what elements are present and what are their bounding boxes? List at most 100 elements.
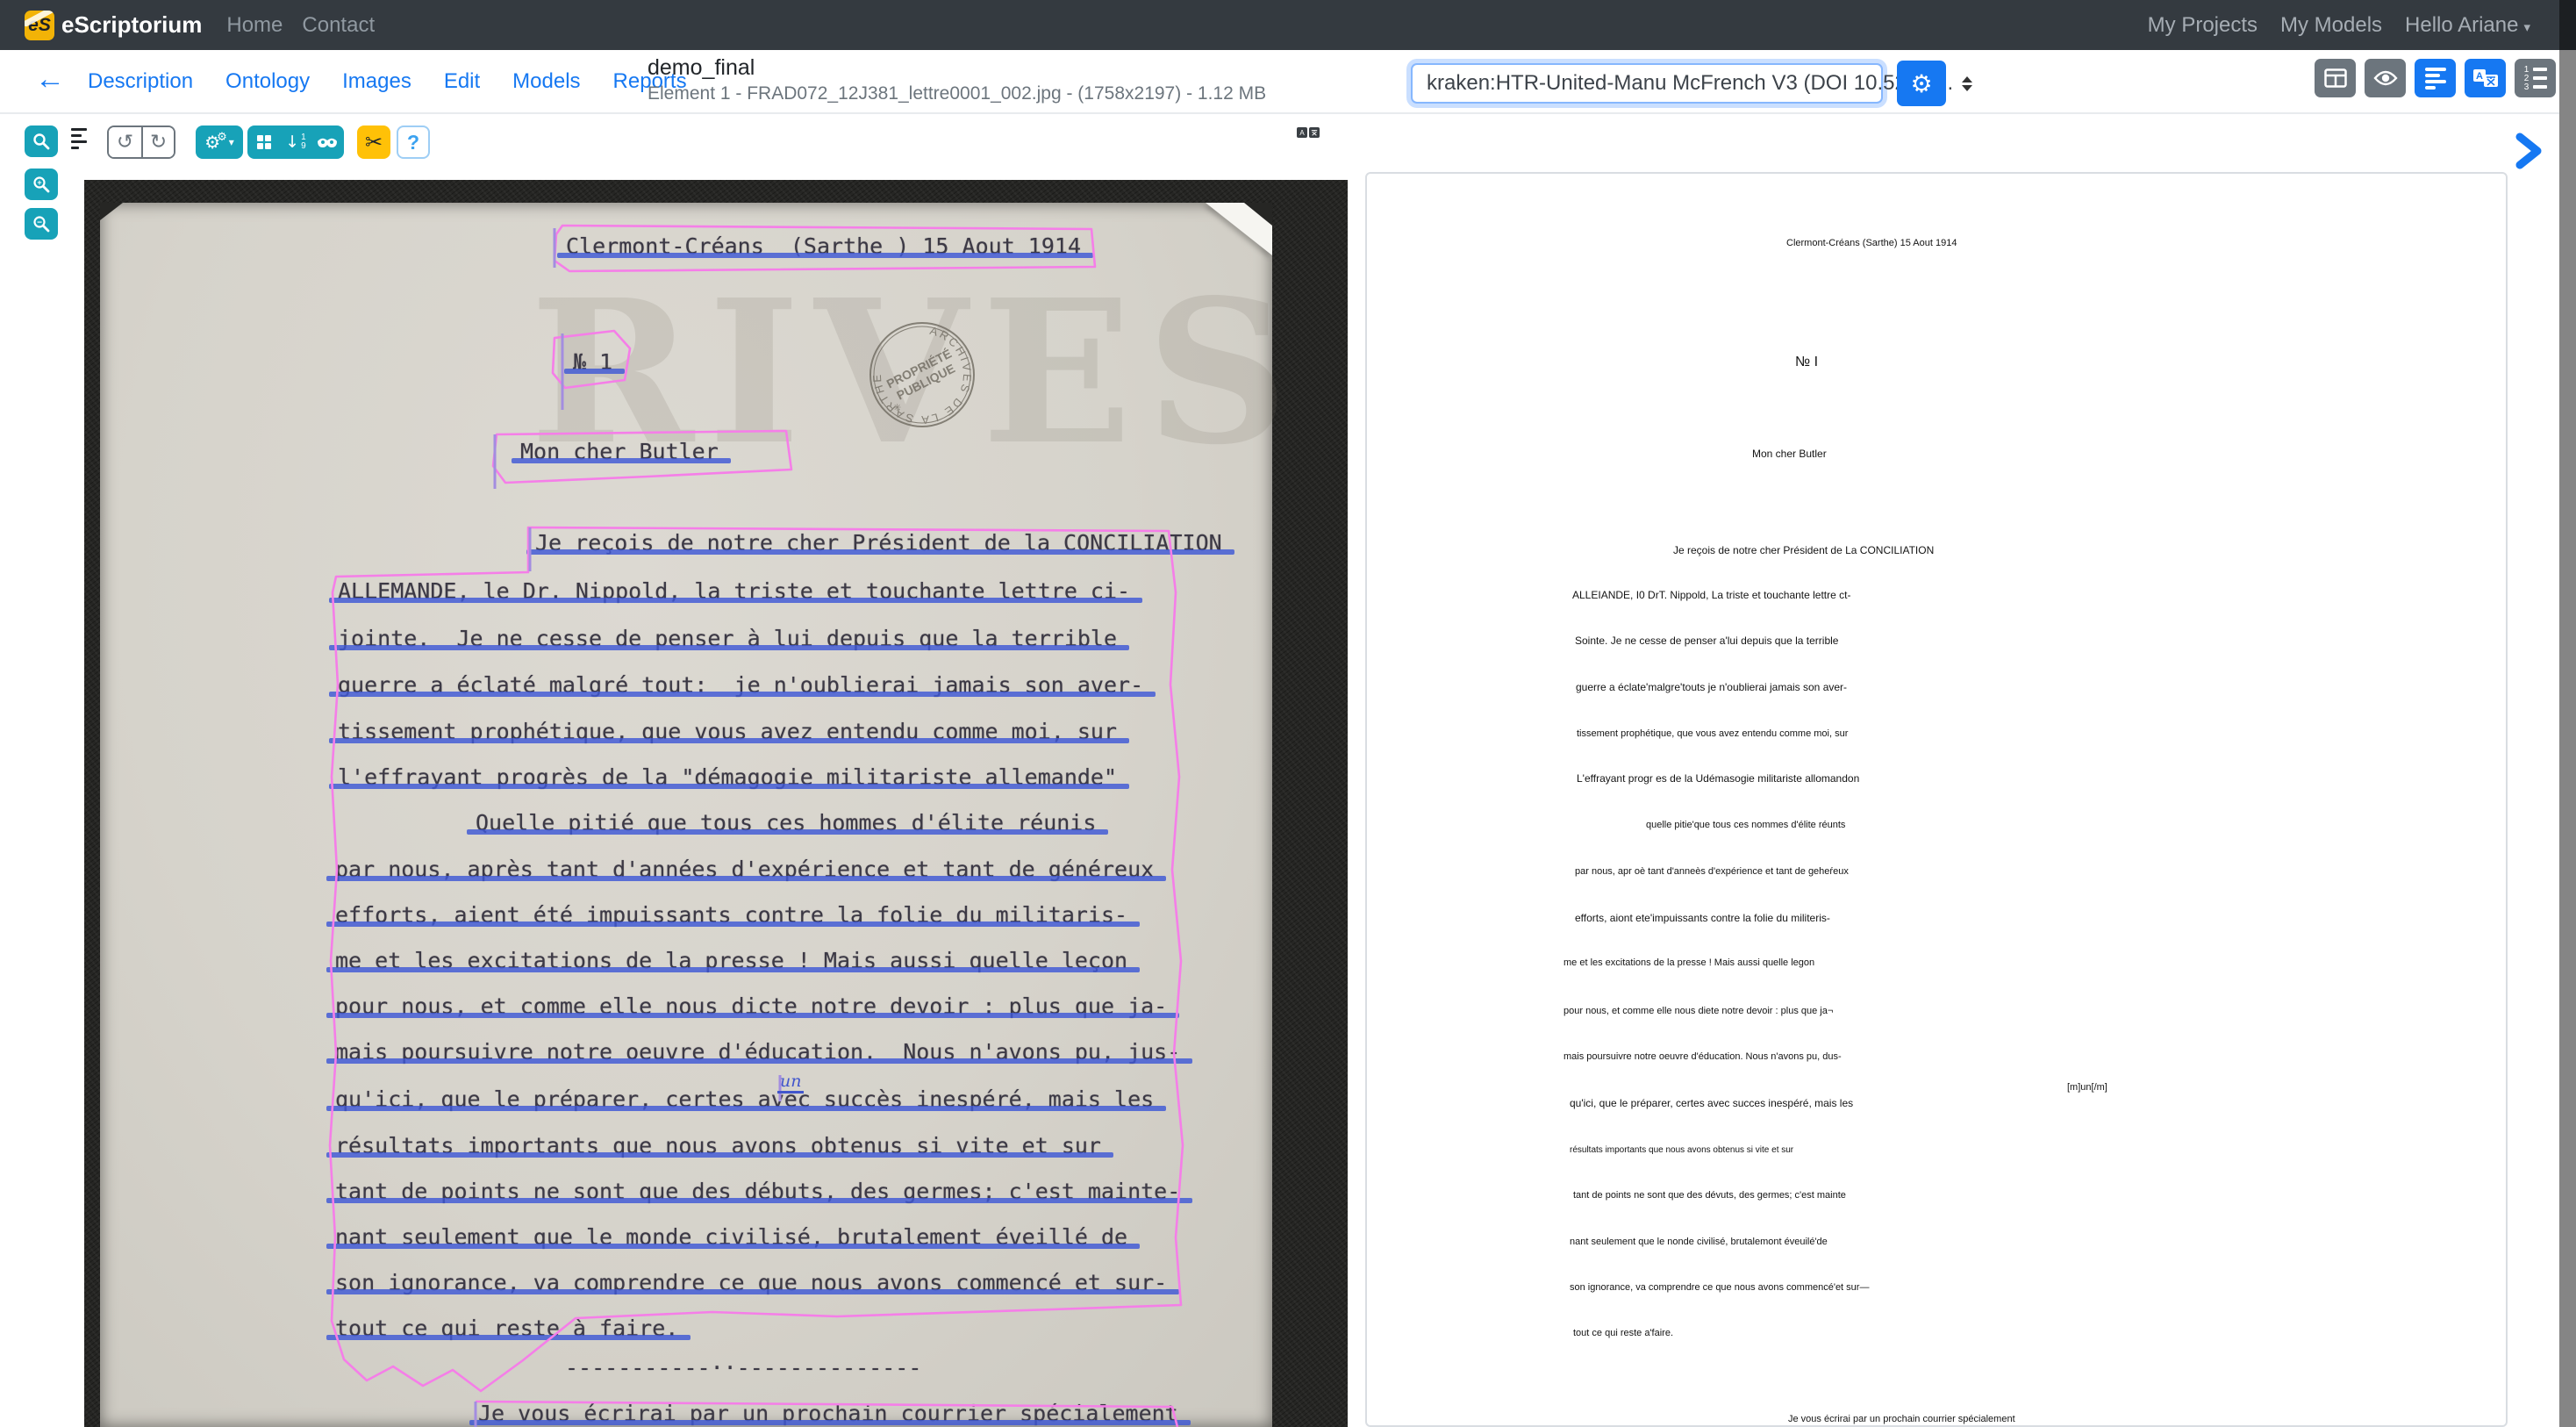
transcription-line[interactable]: me et les excitations de la presse ! Mai… <box>1563 957 1814 968</box>
transcription-line[interactable]: tout ce qui reste a'faire. <box>1573 1328 1673 1338</box>
document-text-line[interactable]: par nous, après tant d'années d'expérien… <box>335 857 1154 883</box>
document-text-line[interactable]: tout ce qui reste à faire. <box>335 1316 678 1342</box>
metadata-panel-toggle[interactable] <box>2315 59 2356 97</box>
transcription-line[interactable]: tissement prophétique, que vous avez ent… <box>1577 728 1848 739</box>
back-arrow-icon[interactable]: ← <box>35 62 65 97</box>
nav-my-projects[interactable]: My Projects <box>2148 13 2258 38</box>
transcription-line[interactable]: [m]un[/m] <box>2067 1082 2107 1093</box>
segmentation-panel-toggle[interactable] <box>2415 59 2456 97</box>
archive-stamp: ARCHIVES DE LA SARTHE ✳ PROPRIÉTÉ PUBLIQ… <box>856 309 988 441</box>
transcription-line[interactable]: son ignorance, va comprendre ce que nous… <box>1570 1282 1869 1293</box>
cut-tool-button[interactable]: ✂ <box>357 125 390 159</box>
zoom-in-button[interactable]: + <box>25 169 58 200</box>
transcription-line[interactable]: qu'ici, que le préparer, certes avec suc… <box>1570 1097 1853 1109</box>
document-text-line[interactable]: son ignorance, va comprendre ce que nous… <box>335 1270 1167 1296</box>
document-text-line[interactable]: guerre a éclaté malgré tout: je n'oublie… <box>338 672 1143 699</box>
letter-a-icon: A <box>1297 127 1307 138</box>
text-lines-icon <box>2425 65 2446 92</box>
document-text-line[interactable]: mais poursuivre notre oeuvre d'éducation… <box>335 1039 1180 1065</box>
document-text-line[interactable]: nant seulement que le monde civilisé, br… <box>335 1224 1127 1251</box>
nav-my-models[interactable]: My Models <box>2280 13 2382 38</box>
document-text-line[interactable]: efforts, aient été impuissants contre la… <box>335 902 1127 929</box>
document-text-line[interactable]: pour nous, et comme elle nous dicte notr… <box>335 993 1167 1020</box>
tab-models[interactable]: Models <box>512 69 580 94</box>
help-button[interactable]: ? <box>397 125 430 159</box>
transcription-line[interactable]: guerre a éclate'malgre'touts je n'oublie… <box>1576 681 1847 693</box>
nav-home[interactable]: Home <box>226 13 283 38</box>
undo-button[interactable]: ↺ <box>109 127 141 157</box>
segmentation-tools-group: ↓ 19 <box>247 125 344 159</box>
transcription-line[interactable]: résultats importants que nous avons obte… <box>1570 1145 1793 1155</box>
region-mode-button[interactable] <box>248 125 280 159</box>
transcription-line[interactable]: Je vous écrirai par un prochain courrier… <box>1788 1414 2015 1424</box>
model-select[interactable]: kraken:HTR-United-Manu McFrench V3 (DOI … <box>1411 63 1883 104</box>
transcription-line[interactable]: pour nous, et comme elle nous diete notr… <box>1563 1006 1833 1016</box>
document-text-line[interactable]: qu'ici, que le préparer, certes avec suc… <box>335 1086 1154 1113</box>
document-text-line[interactable]: Clermont-Créans (Sarthe ) 15 Aout 1914 <box>566 233 1081 260</box>
document-text-line[interactable]: Mon cher Butler <box>520 439 719 465</box>
line-order-button[interactable]: ↓ 19 <box>280 125 311 159</box>
line-order-panel-toggle[interactable]: 1 2 3 <box>2515 59 2556 97</box>
transcription-line[interactable]: Je reçois de notre cher Président de La … <box>1673 544 1934 556</box>
brand-name[interactable]: eScriptorium <box>61 11 202 39</box>
model-select-value: kraken:HTR-United-Manu McFrench V3 (DOI … <box>1427 71 1953 96</box>
top-navbar: eS eScriptorium Home Contact My Projects… <box>0 0 2576 50</box>
document-canvas[interactable]: RIVES ARCHIVES DE LA SARTHE ✳ PROPRIÉTÉ … <box>84 180 1348 1427</box>
line-order-menu-icon[interactable] <box>71 128 89 153</box>
transcription-panel[interactable]: Clermont-Créans (Sarthe) 15 Aout 1914 № I… <box>1365 172 2508 1427</box>
redo-icon: ↻ <box>150 131 167 154</box>
zoom-reset-button[interactable] <box>25 125 58 157</box>
transcription-line[interactable]: tant de points ne sont que des dévuts, d… <box>1573 1190 1846 1201</box>
transcription-line[interactable]: ALLEIANDE, I0 DrT. Nippold, La triste et… <box>1572 589 1850 601</box>
regions-grid-icon <box>257 135 271 149</box>
transcription-line[interactable]: L'effrayant progr es de la Udémasogie mi… <box>1577 772 1859 785</box>
transcription-line[interactable]: par nous, apr oè tant d'anneès d'expérie… <box>1575 866 1849 877</box>
user-menu[interactable]: Hello Ariane▾ <box>2405 13 2530 38</box>
transcription-panel-toggle[interactable]: A <box>2465 59 2506 97</box>
redo-button[interactable]: ↻ <box>141 127 174 157</box>
tab-ontology[interactable]: Ontology <box>225 69 310 94</box>
document-text-line[interactable]: tant de points ne sont que des débuts, d… <box>335 1179 1180 1205</box>
transcription-line[interactable]: Clermont-Créans (Sarthe) 15 Aout 1914 <box>1786 238 1957 248</box>
document-text-line[interactable]: l'effrayant progrès de la "démagogie mil… <box>338 764 1117 791</box>
tab-images[interactable]: Images <box>342 69 411 94</box>
nav-contact[interactable]: Contact <box>302 13 375 38</box>
document-text-line[interactable]: Quelle pitié que tous ces hommes d'élite… <box>476 810 1096 836</box>
tab-description[interactable]: Description <box>88 69 193 94</box>
document-text-line[interactable]: № 1 <box>573 349 612 376</box>
gear-small-icon: ⚙ <box>217 131 227 144</box>
transcription-line[interactable]: Mon cher Butler <box>1752 448 1827 460</box>
document-text-line[interactable]: tissement prophétique, que vous avez ent… <box>338 719 1117 745</box>
document-text-line[interactable]: jointe. Je ne cesse de penser à lui depu… <box>338 626 1117 652</box>
undo-icon: ↺ <box>117 131 133 154</box>
transcription-line[interactable]: mais poursuivre notre oeuvre d'éducation… <box>1563 1051 1842 1062</box>
transcription-line[interactable]: quelle pitie'que tous ces nommes d'élite… <box>1646 820 1845 830</box>
select-arrows-icon <box>1962 76 1972 91</box>
interlinear-annotation[interactable]: un <box>777 1072 804 1094</box>
segmentation-settings-button[interactable]: ⚙ ⚙ ▾ <box>196 125 243 159</box>
svg-text:−: − <box>37 219 42 228</box>
document-text-line[interactable]: ALLEMANDE, le Dr. Nippold, la triste et … <box>338 578 1130 605</box>
transcription-line[interactable]: nant seulement que le nonde civilisé, br… <box>1570 1237 1828 1247</box>
page-corner-notch <box>100 203 123 220</box>
document-text-line[interactable]: résultats importants que nous avons obte… <box>335 1133 1101 1159</box>
transcription-panel-icon[interactable]: A <box>1297 127 1320 138</box>
page-scrollbar[interactable] <box>2559 0 2576 1427</box>
user-greeting: Hello Ariane <box>2405 13 2518 37</box>
zoom-out-icon: − <box>32 215 50 233</box>
next-page-chevron[interactable] <box>2511 130 2548 172</box>
document-text-line[interactable]: Je reçois de notre cher Président de la … <box>535 530 1222 556</box>
document-text-line[interactable]: Je vous écrirai par un prochain courrier… <box>478 1401 1178 1427</box>
tab-edit[interactable]: Edit <box>444 69 480 94</box>
source-image-panel-toggle[interactable] <box>2365 59 2406 97</box>
mask-toggle-button[interactable] <box>311 125 343 159</box>
transcription-line[interactable]: № I <box>1795 355 1818 370</box>
document-text-line[interactable]: -----------··-------------- <box>565 1355 921 1381</box>
escriptorium-logo-icon[interactable]: eS <box>25 11 54 40</box>
document-text-line[interactable]: me et les excitations de la presse ! Mai… <box>335 948 1127 974</box>
zoom-out-button[interactable]: − <box>25 208 58 240</box>
undo-redo-group: ↺ ↻ <box>107 125 175 159</box>
transcription-line[interactable]: Sointe. Je ne cesse de penser a'lui depu… <box>1575 635 1838 647</box>
model-settings-button[interactable]: ⚙ <box>1897 61 1946 106</box>
transcription-line[interactable]: efforts, aiont ete'impuissants contre la… <box>1575 912 1830 924</box>
